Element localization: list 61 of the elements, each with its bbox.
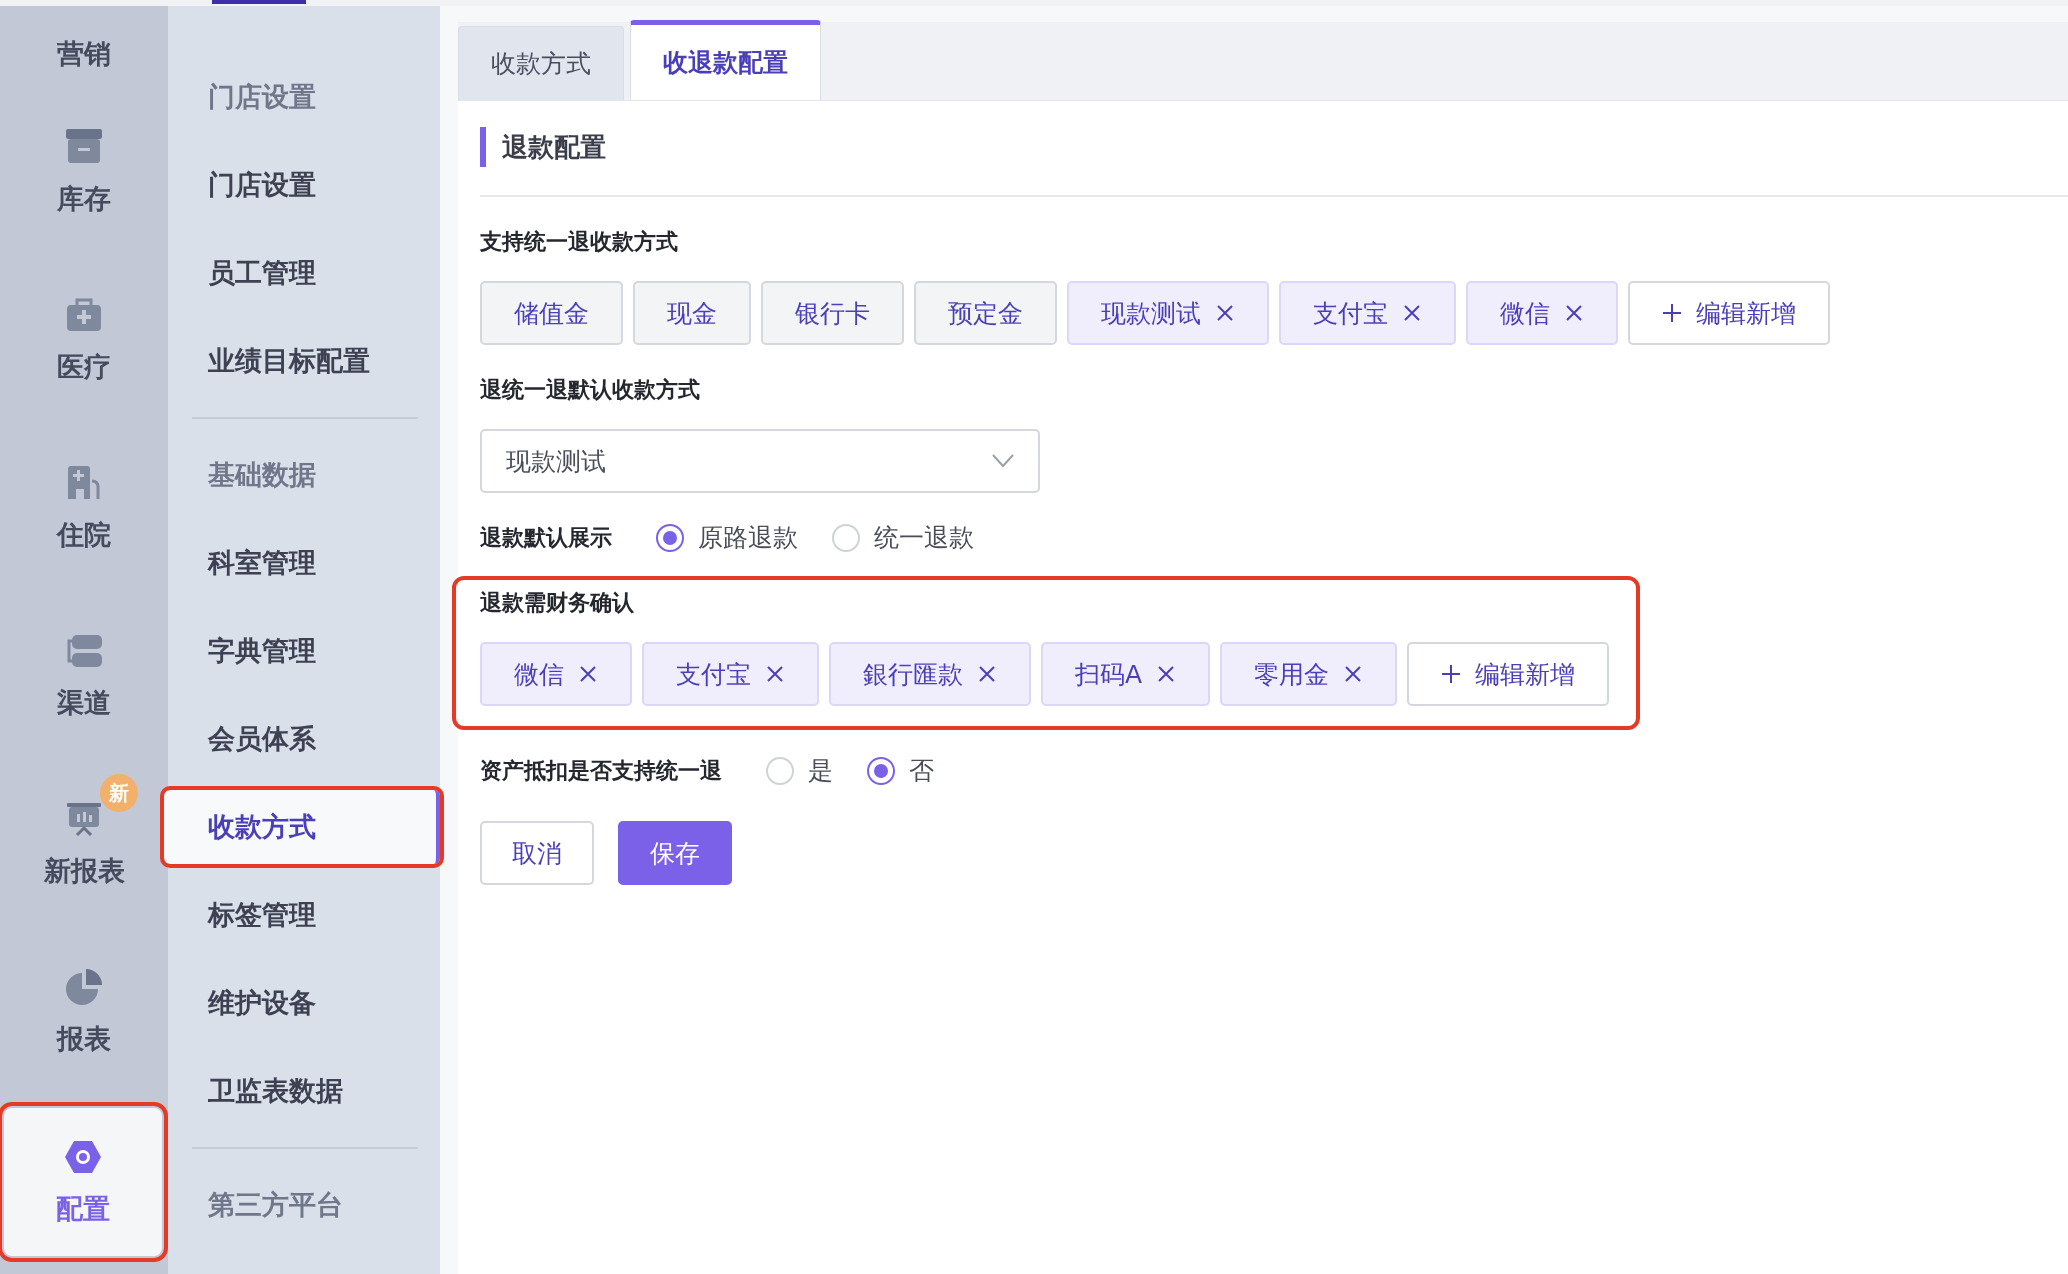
nav-item[interactable]: 新报表 — [43, 853, 125, 889]
plus-icon — [1662, 303, 1682, 323]
save-button[interactable]: 保存 — [618, 821, 732, 885]
method-tag[interactable]: 预定金 — [914, 281, 1057, 345]
radio-button[interactable] — [656, 523, 684, 552]
menu-item[interactable]: 会员体系 — [168, 695, 440, 783]
chevron-down-icon — [992, 454, 1014, 468]
radio-button[interactable] — [867, 756, 895, 785]
new-badge: 新 — [100, 774, 138, 812]
nav-item[interactable]: 报表 — [57, 1021, 111, 1057]
nav-item[interactable]: 渠道 — [57, 685, 111, 721]
nav-item[interactable]: 医疗 — [57, 349, 111, 385]
section-title: 退款配置 — [480, 127, 2068, 167]
method-tag[interactable]: 微信 — [1466, 281, 1618, 345]
radio-option[interactable]: 是 — [766, 754, 833, 787]
method-tag[interactable]: 支付宝 — [642, 642, 819, 706]
method-tag[interactable]: 微信 — [480, 642, 632, 706]
field-label: 退款默认展示 — [480, 523, 612, 552]
tab[interactable]: 收退款配置 — [630, 20, 821, 100]
menu-item[interactable]: 科室管理 — [168, 519, 440, 607]
method-tag[interactable]: 现款测试 — [1067, 281, 1269, 345]
nav-icon[interactable] — [64, 967, 104, 1007]
radio-option[interactable]: 原路退款 — [656, 521, 798, 554]
menu-item[interactable]: 员工管理 — [168, 229, 440, 317]
method-tag[interactable]: 支付宝 — [1279, 281, 1456, 345]
method-select[interactable]: 现款测试 — [480, 429, 1040, 493]
method-tag[interactable]: 银行卡 — [761, 281, 904, 345]
add-button[interactable]: 编辑新增 — [1628, 281, 1830, 345]
close-icon[interactable] — [578, 664, 598, 684]
close-icon[interactable] — [765, 664, 785, 684]
radio-option[interactable]: 统一退款 — [832, 521, 974, 554]
method-tag[interactable]: 零用金 — [1220, 642, 1398, 706]
radio-option[interactable]: 否 — [867, 754, 934, 787]
field-label: 退统一退默认收款方式 — [480, 376, 701, 404]
close-icon[interactable] — [1156, 664, 1177, 684]
field-label: 资产抵扣是否支持统一退 — [480, 756, 722, 785]
nav-item[interactable]: 营销 — [57, 36, 111, 72]
field-label: 支持统一退收款方式 — [480, 228, 679, 256]
menu-item[interactable]: 标签管理 — [168, 871, 440, 959]
close-icon[interactable] — [1343, 664, 1364, 684]
nav-item[interactable]: 住院 — [57, 517, 111, 553]
tab[interactable]: 收款方式 — [458, 26, 624, 100]
nav-item[interactable]: 库存 — [57, 181, 111, 217]
nav-item[interactable]: 配置 — [56, 1191, 110, 1227]
plus-icon — [1441, 664, 1462, 684]
menu-item[interactable]: 业绩目标配置 — [168, 317, 440, 405]
menu-item[interactable]: 字典管理 — [168, 607, 440, 695]
menu-item[interactable]: 卫监表数据 — [168, 1047, 440, 1135]
close-icon[interactable] — [977, 664, 997, 684]
method-tag[interactable]: 扫码A — [1041, 642, 1211, 706]
close-icon[interactable] — [1215, 303, 1235, 323]
cancel-button[interactable]: 取消 — [480, 821, 594, 885]
close-icon[interactable] — [1402, 303, 1422, 323]
close-icon[interactable] — [1564, 303, 1584, 323]
add-button[interactable]: 编辑新增 — [1407, 642, 1610, 706]
menu-item[interactable]: 维护设备 — [168, 959, 440, 1047]
method-tag[interactable]: 现金 — [633, 281, 751, 345]
method-tag[interactable]: 銀行匯款 — [829, 642, 1031, 706]
field-label: 退款需财务确认 — [480, 589, 635, 617]
menu-item[interactable]: 门店设置 — [168, 141, 440, 229]
method-tag[interactable]: 储值金 — [480, 281, 623, 345]
